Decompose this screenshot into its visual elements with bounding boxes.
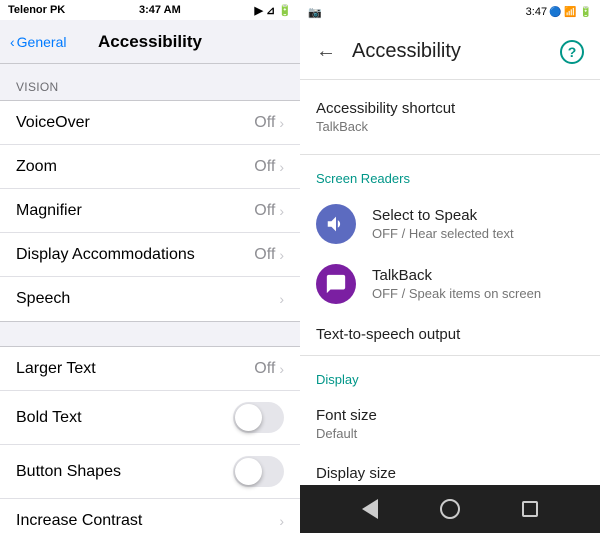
list-item[interactable]: Text-to-speech output (300, 314, 600, 355)
list-item[interactable]: Larger Text Off › (0, 347, 300, 391)
shortcut-title: Accessibility shortcut (316, 100, 584, 117)
list-item[interactable]: Display size Default (300, 453, 600, 485)
bold-text-toggle[interactable] (233, 402, 284, 433)
select-to-speak-label: Select to Speak (372, 207, 584, 224)
list-item[interactable]: Select to Speak OFF / Hear selected text (300, 194, 600, 254)
ios-page-title: Accessibility (98, 32, 202, 52)
list-item[interactable]: Accessibility shortcut TalkBack (300, 88, 600, 146)
android-home-button[interactable] (435, 494, 465, 524)
display-size-label: Display size (316, 465, 584, 482)
android-nav-bar: ← Accessibility ? (300, 24, 600, 80)
back-triangle-icon (362, 499, 378, 519)
ios-section-vision: Vision (0, 64, 300, 100)
shortcut-subtitle: TalkBack (316, 119, 584, 134)
ios-display-group: Larger Text Off › Bold Text Button Shape… (0, 346, 300, 533)
button-shapes-toggle[interactable] (233, 456, 284, 487)
font-size-label: Font size (316, 407, 584, 424)
larger-text-value: Off (254, 360, 275, 378)
speech-label: Speech (16, 290, 70, 308)
display-accomm-value: Off (254, 246, 275, 264)
chevron-right-icon: › (279, 115, 284, 131)
list-item[interactable]: Button Shapes (0, 445, 300, 499)
ios-back-chevron: ‹ (10, 34, 15, 50)
increase-contrast-label: Increase Contrast (16, 512, 142, 530)
magnifier-value: Off (254, 202, 275, 220)
android-bottom-nav (300, 485, 600, 533)
toggle-thumb (235, 404, 262, 431)
zoom-value: Off (254, 158, 275, 176)
list-item[interactable]: Increase Contrast › (0, 499, 300, 533)
android-page-title: Accessibility (352, 40, 544, 63)
magnifier-label: Magnifier (16, 202, 82, 220)
chevron-right-icon: › (279, 513, 284, 529)
chevron-right-icon: › (279, 291, 284, 307)
talkback-label: TalkBack (372, 267, 584, 284)
select-to-speak-icon (316, 204, 356, 244)
toggle-thumb (235, 458, 262, 485)
list-item[interactable]: Font size Default (300, 395, 600, 453)
ios-content: Vision VoiceOver Off › Zoom Off › Magnif… (0, 64, 300, 533)
button-shapes-label: Button Shapes (16, 463, 121, 481)
ios-time: 3:47 AM (139, 4, 181, 16)
list-item[interactable]: Magnifier Off › (0, 189, 300, 233)
list-item[interactable]: TalkBack OFF / Speak items on screen (300, 254, 600, 314)
android-recent-button[interactable] (515, 494, 545, 524)
ios-panel: Telenor PK 3:47 AM ▶ ⊿ 🔋 ‹ General Acces… (0, 0, 300, 533)
android-content: Accessibility shortcut TalkBack Screen r… (300, 80, 600, 485)
list-item[interactable]: Bold Text (0, 391, 300, 445)
ios-back-button[interactable]: ‹ General (8, 34, 66, 50)
android-back-nav-button[interactable] (355, 494, 385, 524)
android-panel: 📷 3:47 🔵 📶 🔋 ← Accessibility ? Accessibi… (300, 0, 600, 533)
chevron-right-icon: › (279, 361, 284, 377)
android-back-button[interactable]: ← (316, 40, 336, 63)
android-left-icons: 📷 (308, 6, 322, 19)
list-item[interactable]: VoiceOver Off › (0, 101, 300, 145)
android-time: 3:47 (526, 6, 547, 18)
zoom-label: Zoom (16, 158, 57, 176)
android-screen-readers-header: Screen readers (300, 155, 600, 194)
list-item[interactable]: Display Accommodations Off › (0, 233, 300, 277)
list-item[interactable]: Zoom Off › (0, 145, 300, 189)
chevron-right-icon: › (279, 159, 284, 175)
talkback-status: OFF / Speak items on screen (372, 286, 584, 301)
android-status-bar: 📷 3:47 🔵 📶 🔋 (300, 0, 600, 24)
ios-carrier: Telenor PK (8, 4, 65, 16)
ios-status-bar: Telenor PK 3:47 AM ▶ ⊿ 🔋 (0, 0, 300, 20)
ios-nav-bar: ‹ General Accessibility (0, 20, 300, 64)
chevron-right-icon: › (279, 247, 284, 263)
ios-vision-group: VoiceOver Off › Zoom Off › Magnifier Off… (0, 100, 300, 322)
android-shortcut-section: Accessibility shortcut TalkBack (300, 80, 600, 154)
android-right-icons: 3:47 🔵 📶 🔋 (526, 6, 592, 18)
chevron-right-icon: › (279, 203, 284, 219)
android-help-button[interactable]: ? (560, 40, 584, 64)
talkback-icon (316, 264, 356, 304)
list-item[interactable]: Speech › (0, 277, 300, 321)
select-to-speak-status: OFF / Hear selected text (372, 226, 584, 241)
display-accomm-label: Display Accommodations (16, 246, 195, 264)
voiceover-value: Off (254, 114, 275, 132)
font-size-value: Default (316, 426, 584, 441)
help-icon: ? (568, 44, 577, 60)
larger-text-label: Larger Text (16, 360, 96, 378)
ios-back-label: General (17, 34, 67, 50)
recent-square-icon (522, 501, 538, 517)
android-display-header: Display (300, 356, 600, 395)
voiceover-label: VoiceOver (16, 114, 90, 132)
home-circle-icon (440, 499, 460, 519)
bold-text-label: Bold Text (16, 409, 82, 427)
ios-battery-icons: ▶ ⊿ 🔋 (254, 4, 292, 17)
tts-label: Text-to-speech output (316, 326, 584, 343)
